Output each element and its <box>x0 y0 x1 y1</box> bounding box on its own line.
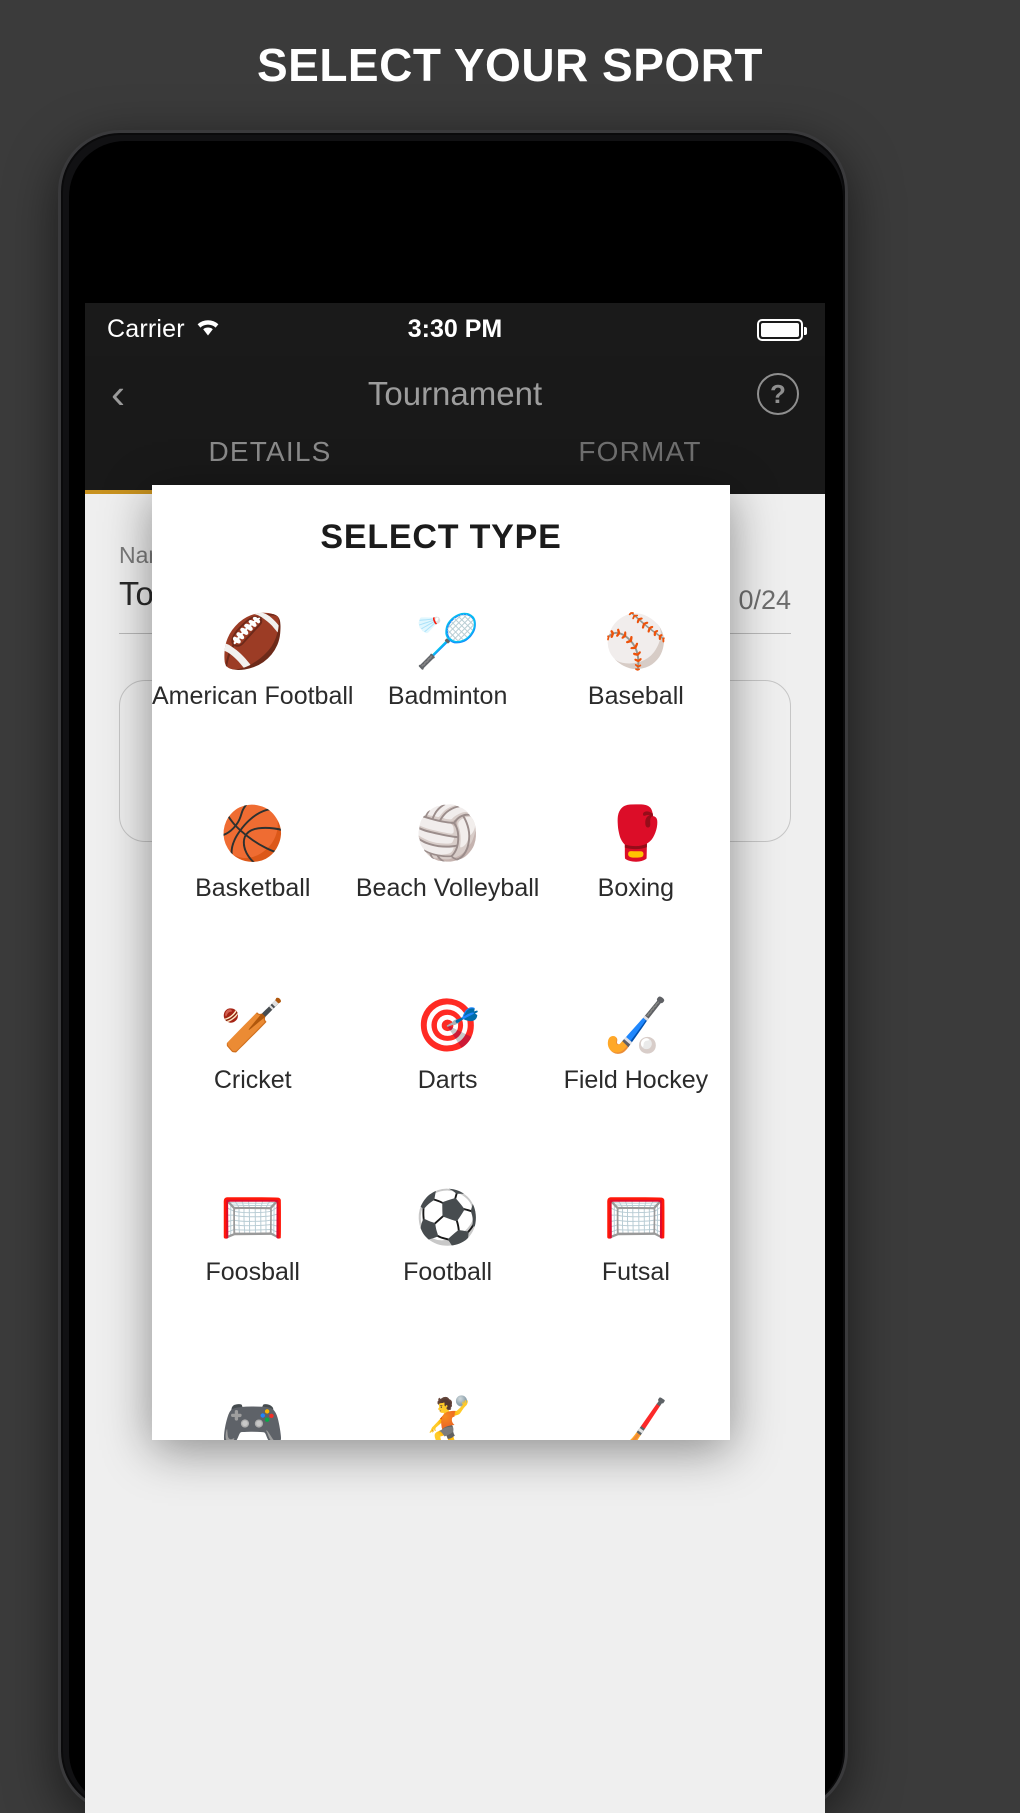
sport-label: Boxing <box>597 874 675 902</box>
sport-item[interactable]: ⚾ Baseball <box>542 565 730 757</box>
status-bar-left: Carrier <box>107 315 222 344</box>
sport-item[interactable]: ⚽ Football <box>353 1141 541 1333</box>
carrier-label: Carrier <box>107 315 185 343</box>
sport-item[interactable]: 🏈 American Football <box>152 565 353 757</box>
sport-item[interactable]: 🎮 <box>152 1333 353 1441</box>
sport-item[interactable]: 🏐 Beach Volleyball <box>353 757 541 949</box>
darts-icon: 🎯 <box>415 996 480 1056</box>
futsal-icon: 🥅 <box>603 1188 669 1248</box>
sport-label: Beach Volleyball <box>355 874 540 902</box>
sport-label: Football <box>403 1258 493 1286</box>
modal-title: SELECT TYPE <box>320 518 562 556</box>
help-icon[interactable]: ? <box>757 373 799 415</box>
navigation-bar: ‹ Tournament ? <box>85 356 825 432</box>
sport-label: Cricket <box>213 1066 292 1094</box>
sport-grid: 🏈 American Football 🏸 Badminton ⚾ Baseball 🏀 Ba… <box>152 565 730 1440</box>
select-type-modal: SELECT TYPE 🏈 American Football 🏸 Badminton… <box>152 485 730 1440</box>
wifi-icon <box>194 316 222 343</box>
beach-volleyball-icon: 🏐 <box>415 804 480 864</box>
sport-item[interactable]: 🏒 <box>542 1333 730 1441</box>
american-football-icon: 🏈 <box>220 612 286 672</box>
badminton-icon: 🏸 <box>415 612 480 672</box>
sport-label: Badminton <box>387 682 508 710</box>
status-bar: Carrier 3:30 PM <box>85 303 825 356</box>
boxing-icon: 🥊 <box>603 804 669 864</box>
sport-label: Baseball <box>587 682 684 710</box>
field-hockey-icon: 🏑 <box>603 996 669 1056</box>
sport-label: Foosball <box>205 1258 300 1286</box>
sport-label: Darts <box>417 1066 478 1094</box>
sport-item[interactable]: 🏑 Field Hockey <box>542 949 730 1141</box>
page-title: SELECT YOUR SPORT <box>256 39 764 91</box>
sport-label: Field Hockey <box>563 1066 709 1094</box>
character-counter: 0/24 <box>738 585 791 615</box>
status-bar-right <box>757 318 807 341</box>
sport-label: Basketball <box>195 874 311 902</box>
battery-full-icon <box>757 318 807 341</box>
basketball-icon: 🏀 <box>220 804 286 864</box>
sport-label: American Football <box>152 682 354 710</box>
football-icon: ⚽ <box>415 1188 480 1248</box>
sport-item[interactable]: 🤾 <box>353 1333 541 1441</box>
sport-item[interactable]: 🏏 Cricket <box>152 949 353 1141</box>
sport-item[interactable]: 🥊 Boxing <box>542 757 730 949</box>
sport-item[interactable]: 🏸 Badminton <box>353 565 541 757</box>
gaming-icon: 🎮 <box>220 1394 286 1441</box>
ice-hockey-icon: 🏒 <box>603 1394 669 1441</box>
baseball-icon: ⚾ <box>603 612 669 672</box>
sport-item[interactable]: 🥅 Futsal <box>542 1141 730 1333</box>
handball-icon: 🤾 <box>415 1394 480 1441</box>
foosball-icon: 🥅 <box>220 1188 286 1248</box>
sport-item[interactable]: 🥅 Foosball <box>152 1141 353 1333</box>
sport-label: Futsal <box>601 1258 670 1286</box>
back-button[interactable]: ‹ <box>111 373 157 415</box>
nav-title: Tournament <box>367 375 543 412</box>
sport-item[interactable]: 🏀 Basketball <box>152 757 353 949</box>
sport-item[interactable]: 🎯 Darts <box>353 949 541 1141</box>
battery-fill <box>761 322 799 337</box>
cricket-icon: 🏏 <box>220 996 286 1056</box>
